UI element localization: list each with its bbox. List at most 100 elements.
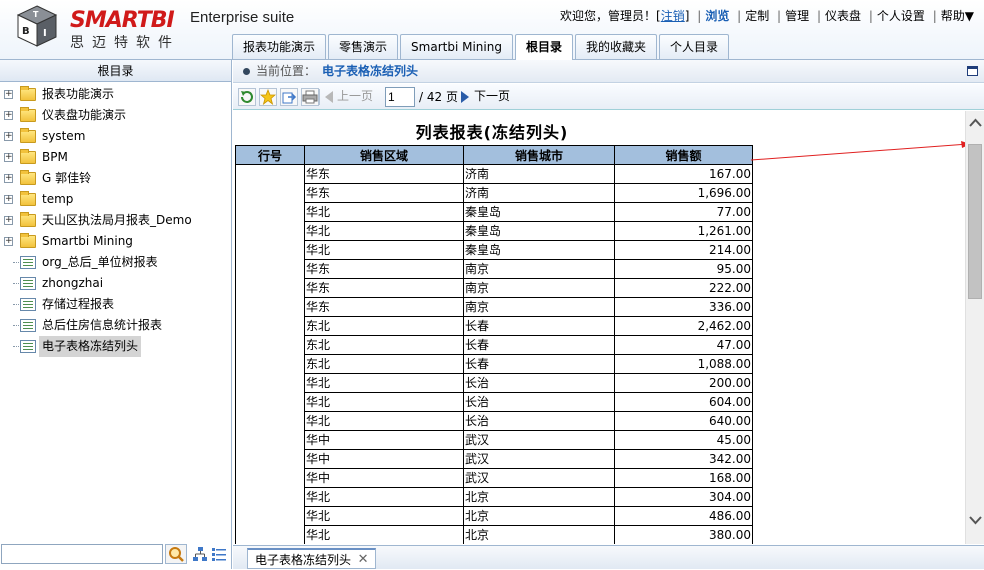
scroll-up-icon[interactable]	[969, 117, 982, 130]
welcome-text: 欢迎您，管理员！[	[560, 9, 661, 23]
sales-amount-cell: 486.00	[614, 506, 753, 526]
row-number-cell	[235, 373, 305, 393]
report-content: 列表报表(冻结列头) 行号 销售区域 销售城市 销售额 华东 济南 167.00 华东…	[233, 111, 965, 544]
expand-icon[interactable]: +	[4, 216, 13, 225]
column-header-sales-city: 销售城市	[463, 145, 615, 165]
nav-browse-link[interactable]: 浏览	[705, 9, 729, 23]
folder-icon	[20, 233, 36, 248]
sales-city-cell: 北京	[463, 525, 615, 544]
sales-region-cell: 华中	[304, 468, 464, 488]
tree-item-label: temp	[42, 192, 74, 206]
tree-item[interactable]: + 报表功能演示	[0, 84, 230, 105]
column-header-row-number: 行号	[235, 145, 305, 165]
sales-amount-cell: 214.00	[614, 240, 753, 260]
refresh-button[interactable]	[238, 88, 256, 106]
tree-item[interactable]: + Smartbi Mining	[0, 231, 230, 252]
svg-text:I: I	[43, 28, 47, 39]
print-button[interactable]	[301, 88, 319, 106]
svg-text:T: T	[33, 10, 39, 19]
expand-icon[interactable]: +	[4, 132, 13, 141]
expand-icon[interactable]: +	[4, 174, 13, 183]
sales-amount-cell: 304.00	[614, 487, 753, 507]
resource-tree-panel: 根目录 + 报表功能演示 + 仪表盘功能演示 + system + BPM + G 郭佳铃 + tem…	[0, 60, 232, 569]
tree-item[interactable]: 存储过程报表	[0, 294, 230, 315]
sales-amount-cell: 200.00	[614, 373, 753, 393]
tree-item-label: zhongzhai	[42, 276, 104, 290]
tree-item-label: BPM	[42, 150, 68, 164]
sales-city-cell: 武汉	[463, 468, 615, 488]
sales-region-cell: 华北	[304, 506, 464, 526]
open-report-tab[interactable]: 电子表格冻结列头 ✕	[247, 548, 377, 569]
expand-icon[interactable]: +	[4, 111, 13, 120]
expand-icon[interactable]: +	[4, 153, 13, 162]
tree-item[interactable]: + temp	[0, 189, 230, 210]
expand-icon[interactable]: +	[4, 237, 13, 246]
tree-item[interactable]: + 天山区执法局月报表_Demo	[0, 210, 230, 231]
expand-icon[interactable]: +	[4, 195, 13, 204]
sales-city-cell: 北京	[463, 487, 615, 507]
tab-personal-directory[interactable]: 个人目录	[658, 34, 729, 59]
sales-region-cell: 华北	[304, 392, 464, 412]
export-icon	[282, 92, 297, 104]
tree-panel-title: 根目录	[0, 60, 231, 82]
open-report-tabs: 电子表格冻结列头 ✕	[233, 545, 984, 569]
sales-amount-cell: 1,088.00	[614, 354, 753, 374]
tree-item[interactable]: + BPM	[0, 147, 230, 168]
tab-smartbi-mining[interactable]: Smartbi Mining	[400, 34, 513, 59]
location-label: 当前位置：	[256, 64, 317, 78]
sales-amount-cell: 1,261.00	[614, 221, 753, 241]
sales-region-cell: 华东	[304, 259, 464, 279]
location-breadcrumb: 当前位置： 电子表格冻结列头	[233, 60, 984, 83]
sales-region-cell: 华中	[304, 449, 464, 469]
next-page-button[interactable]: 下一页	[460, 88, 510, 106]
expand-icon[interactable]: +	[4, 90, 13, 99]
scroll-down-icon[interactable]	[969, 513, 982, 526]
nav-dashboard-link[interactable]: 仪表盘	[825, 9, 861, 23]
prev-page-button[interactable]: 上一页	[325, 88, 373, 106]
row-number-cell	[235, 297, 305, 317]
brand-chinese-name: 思迈特软件	[70, 35, 180, 51]
tree-item[interactable]: zhongzhai	[0, 273, 230, 294]
page-number-input[interactable]	[385, 87, 415, 107]
tab-retail-demo[interactable]: 零售演示	[328, 34, 399, 59]
logout-link[interactable]: 注销	[661, 9, 685, 23]
add-favorite-button[interactable]	[259, 88, 277, 106]
tab-favorites[interactable]: 我的收藏夹	[574, 34, 657, 59]
search-button[interactable]	[165, 544, 187, 564]
list-view-icon[interactable]	[211, 546, 227, 562]
report-viewer: 当前位置： 电子表格冻结列头 上一页 1 / 42 页 下一页 列表报表(冻结列…	[233, 60, 984, 569]
tree-item[interactable]: 总后住房信息统计报表	[0, 315, 230, 336]
sales-city-cell: 济南	[463, 164, 615, 184]
sales-city-cell: 长治	[463, 392, 615, 412]
row-number-cell	[235, 183, 305, 203]
tree-item-label: org_总后_单位树报表	[42, 255, 158, 269]
tree-item[interactable]: + 仪表盘功能演示	[0, 105, 230, 126]
sales-region-cell: 华北	[304, 221, 464, 241]
nav-manage-link[interactable]: 管理	[785, 9, 809, 23]
tree-view-icon[interactable]	[192, 546, 208, 562]
vertical-scrollbar[interactable]	[965, 111, 984, 544]
tree-item[interactable]: org_总后_单位树报表	[0, 252, 230, 273]
tree-item[interactable]: 电子表格冻结列头	[0, 336, 230, 357]
nav-personal-settings-link[interactable]: 个人设置	[877, 9, 925, 23]
scrollbar-thumb[interactable]	[968, 144, 982, 299]
tab-report-demo[interactable]: 报表功能演示	[232, 34, 327, 59]
sales-region-cell: 华北	[304, 240, 464, 260]
svg-text:B: B	[22, 26, 30, 37]
sales-city-cell: 长春	[463, 316, 615, 336]
tree-item[interactable]: + system	[0, 126, 230, 147]
tree-search-input[interactable]	[1, 544, 163, 564]
nav-customize-link[interactable]: 定制	[745, 9, 769, 23]
tab-root-directory[interactable]: 根目录	[514, 34, 573, 60]
tree-item[interactable]: + G 郭佳铃	[0, 168, 230, 189]
nav-help-menu[interactable]: 帮助▼	[941, 9, 974, 23]
row-number-cell	[235, 449, 305, 469]
export-button[interactable]	[280, 88, 298, 106]
sales-region-cell: 华东	[304, 164, 464, 184]
sales-city-cell: 济南	[463, 183, 615, 203]
sales-city-cell: 南京	[463, 259, 615, 279]
table-row: 东北 长春 1,088.00	[235, 354, 753, 374]
close-icon[interactable]: ✕	[357, 553, 369, 567]
maximize-icon[interactable]	[967, 66, 978, 76]
nav-separator: |	[697, 9, 702, 23]
